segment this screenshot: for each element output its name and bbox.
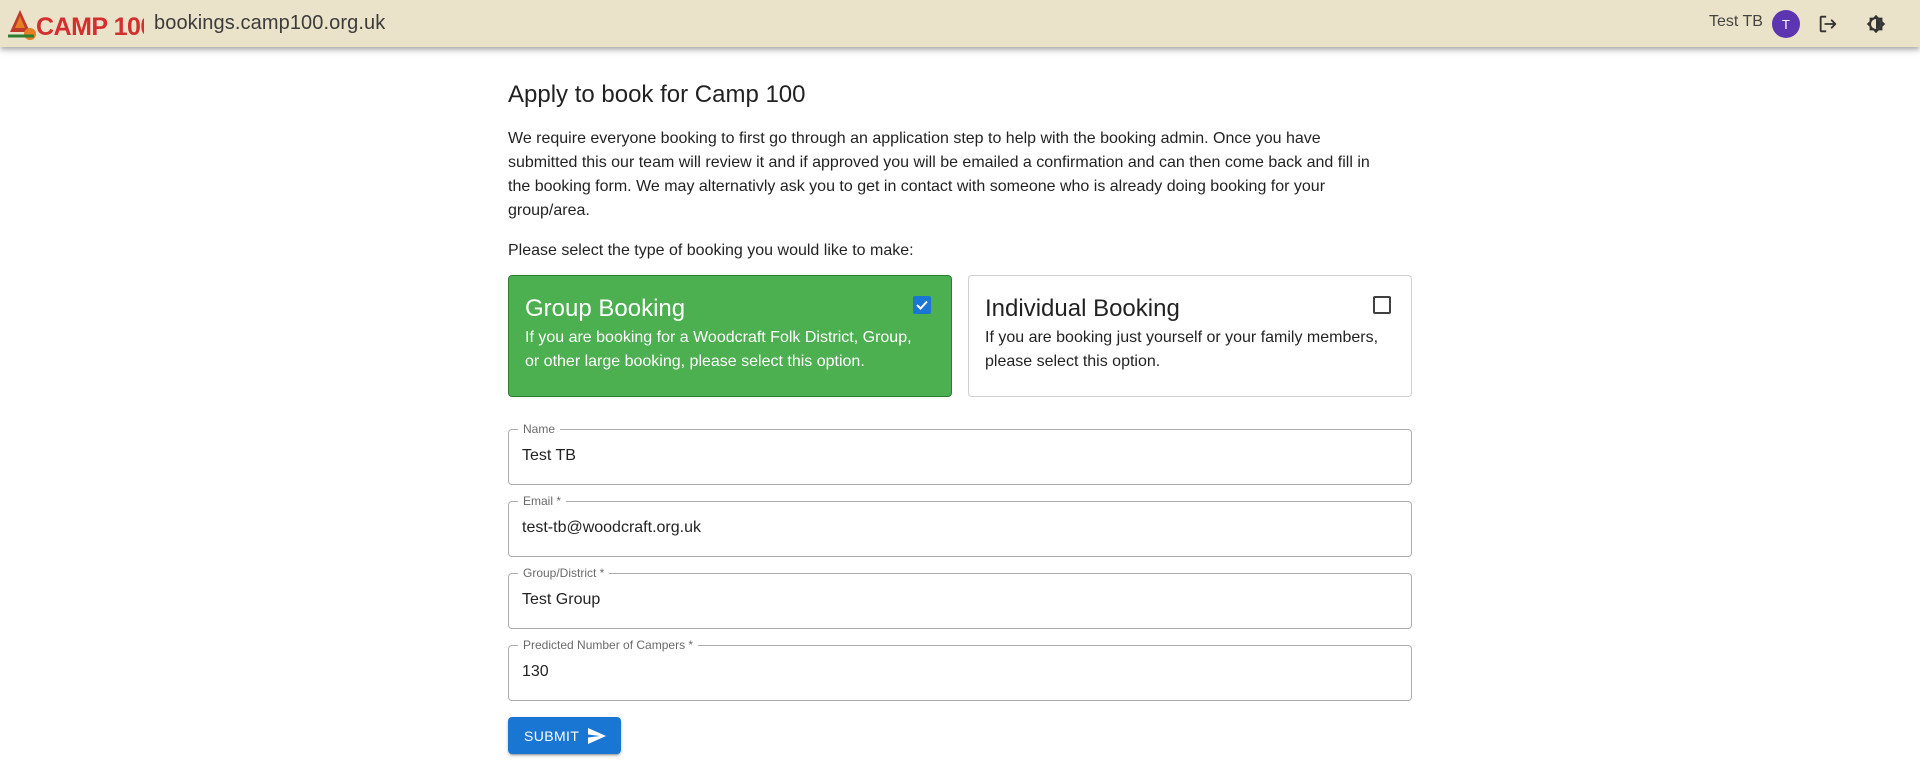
name-input[interactable] — [522, 447, 1392, 465]
user-name: Test TB — [1709, 13, 1763, 30]
email-input[interactable] — [522, 519, 1392, 537]
campers-input[interactable] — [522, 663, 1392, 681]
email-field: Email * — [508, 494, 1412, 557]
user-avatar[interactable]: T — [1772, 10, 1800, 38]
campers-field: Predicted Number of Campers * — [508, 638, 1412, 701]
name-label: Name — [518, 422, 561, 436]
group-booking-title: Group Booking — [525, 295, 686, 322]
main-content: Apply to book for Camp 100 We require ev… — [508, 80, 1412, 754]
logout-icon — [1819, 15, 1837, 33]
logo-text: CAMP 100 — [36, 13, 144, 41]
booking-type-prompt: Please select the type of booking you wo… — [508, 242, 914, 259]
group-booking-card[interactable]: Group Booking If you are booking for a W… — [508, 275, 952, 397]
group-district-input[interactable] — [522, 591, 1392, 609]
individual-booking-card[interactable]: Individual Booking If you are booking ju… — [968, 275, 1412, 397]
booking-type-options: Group Booking If you are booking for a W… — [508, 275, 1412, 397]
submit-label: Submit — [524, 727, 580, 744]
individual-booking-checkbox[interactable] — [1373, 296, 1391, 314]
checkmark-icon — [916, 300, 928, 310]
app-bar: CAMP 100 bookings.camp100.org.uk Test TB… — [0, 0, 1920, 47]
brightness-icon — [1866, 14, 1886, 34]
name-field: Name — [508, 422, 1412, 485]
group-district-label: Group/District * — [518, 566, 610, 580]
send-icon — [588, 727, 607, 744]
campers-label: Predicted Number of Campers * — [518, 638, 699, 652]
site-title[interactable]: bookings.camp100.org.uk — [154, 12, 385, 35]
group-booking-checkbox[interactable] — [913, 296, 931, 314]
intro-text: We require everyone booking to first go … — [508, 130, 1370, 219]
group-district-field: Group/District * — [508, 566, 1412, 629]
individual-booking-description: If you are booking just yourself or your… — [985, 329, 1379, 370]
application-form: Name Email * Group/District * Predicted … — [508, 422, 1412, 754]
theme-toggle-button[interactable] — [1862, 10, 1890, 38]
page-title: Apply to book for Camp 100 — [508, 81, 806, 108]
submit-button[interactable]: Submit — [508, 717, 622, 754]
logout-button[interactable] — [1814, 10, 1842, 38]
email-label: Email * — [518, 494, 567, 508]
camp100-logo[interactable]: CAMP 100 — [6, 4, 144, 44]
individual-booking-title: Individual Booking — [985, 295, 1180, 322]
group-booking-description: If you are booking for a Woodcraft Folk … — [525, 329, 912, 370]
